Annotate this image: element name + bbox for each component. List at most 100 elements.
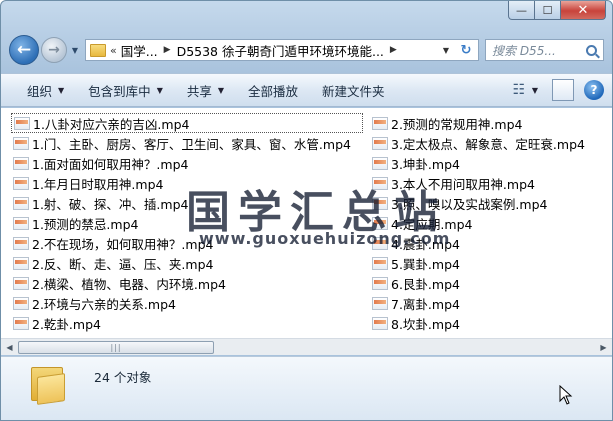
video-file-icon: [13, 236, 29, 250]
details-pane: 24 个对象: [1, 356, 612, 420]
folder-icon: [90, 43, 106, 57]
breadcrumb-item[interactable]: 国学...: [121, 41, 158, 60]
chevron-down-icon[interactable]: ▼: [532, 86, 538, 95]
file-name: 5.巽卦.mp4: [391, 256, 460, 272]
chevron-down-icon: ▼: [71, 45, 79, 55]
list-item[interactable]: 7.离卦.mp4: [372, 293, 612, 313]
forward-button[interactable]: →: [41, 37, 67, 63]
list-item[interactable]: 2.环境与六亲的关系.mp4: [13, 293, 363, 313]
video-file-icon: [13, 276, 29, 290]
file-name: 2.反、断、走、逼、压、夹.mp4: [32, 256, 214, 272]
file-name: 1.面对面如何取用神？.mp4: [32, 156, 189, 172]
video-file-icon: [372, 316, 388, 330]
help-button[interactable]: ?: [584, 80, 604, 100]
file-name: 1.射、破、探、冲、插.mp4: [32, 196, 189, 212]
list-item[interactable]: 2.横梁、植物、电器、内环境.mp4: [13, 273, 363, 293]
file-name: 8.坎卦.mp4: [391, 316, 460, 332]
video-file-icon: [372, 296, 388, 310]
list-item[interactable]: 8.坎卦.mp4: [372, 313, 612, 333]
file-name: 6.艮卦.mp4: [391, 276, 460, 292]
organize-button[interactable]: 组织 ▼: [15, 78, 76, 102]
search-placeholder: 搜索 D55...: [492, 43, 556, 58]
horizontal-scrollbar[interactable]: ◀ ||| ▶: [1, 338, 612, 355]
watermark-url: www.guoxuehuizong.com: [199, 229, 451, 248]
explorer-window: — ☐ ✕ ← → ▼ « 国学... ▶ D5538 徐子朝奇门遁甲环境环境能…: [0, 0, 613, 421]
address-history-button[interactable]: ▼: [438, 40, 454, 60]
arrow-right-icon: →: [48, 42, 60, 58]
share-button[interactable]: 共享 ▼: [175, 78, 236, 102]
search-icon[interactable]: [586, 44, 597, 56]
navigation-bar: ← → ▼ « 国学... ▶ D5538 徐子朝奇门遁甲环境环境能... ▶ …: [9, 35, 604, 65]
video-file-icon: [372, 276, 388, 290]
include-in-library-label: 包含到库中: [88, 83, 151, 99]
maximize-button[interactable]: ☐: [535, 1, 561, 20]
list-view-icon: ☷: [512, 82, 526, 98]
refresh-icon: ↻: [460, 42, 472, 58]
video-file-icon: [13, 296, 29, 310]
new-folder-label: 新建文件夹: [322, 83, 385, 99]
include-in-library-button[interactable]: 包含到库中 ▼: [76, 78, 175, 102]
chevron-down-icon: ▼: [217, 85, 225, 95]
video-file-icon: [372, 136, 388, 150]
scroll-thumb[interactable]: |||: [18, 340, 214, 354]
folder-icon: [29, 363, 69, 405]
video-file-icon: [13, 256, 29, 270]
file-name: 2.环境与六亲的关系.mp4: [32, 296, 176, 312]
file-name: 2.乾卦.mp4: [32, 316, 101, 332]
chevron-right-icon[interactable]: ▶: [164, 45, 171, 55]
arrow-right-icon: ▶: [600, 342, 607, 352]
share-label: 共享: [186, 83, 212, 99]
play-all-label: 全部播放: [248, 83, 299, 99]
mouse-cursor-icon: [559, 385, 573, 405]
list-item[interactable]: 2.反、断、走、逼、压、夹.mp4: [13, 253, 363, 273]
list-item[interactable]: 2.预测的常规用神.mp4: [372, 113, 612, 133]
list-item[interactable]: 3.定太极点、解象意、定旺衰.mp4: [372, 133, 612, 153]
list-item[interactable]: 2.乾卦.mp4: [13, 313, 363, 333]
help-icon: ?: [590, 83, 598, 97]
video-file-icon: [372, 156, 388, 170]
chevron-down-icon: ▼: [442, 45, 450, 55]
list-item[interactable]: 5.巽卦.mp4: [372, 253, 612, 273]
grip-icon: |||: [110, 342, 122, 352]
command-bar: 组织 ▼ 包含到库中 ▼ 共享 ▼ 全部播放 新建文件夹 ☷ ▼ ?: [1, 73, 612, 107]
video-file-icon: [372, 256, 388, 270]
video-file-icon: [13, 216, 29, 230]
video-file-icon: [13, 136, 29, 150]
item-count: 24 个对象: [94, 370, 152, 385]
breadcrumb-overflow[interactable]: «: [110, 44, 117, 57]
close-button[interactable]: ✕: [561, 1, 606, 20]
view-controls: ☷ ▼ ?: [508, 79, 604, 101]
video-file-icon: [13, 176, 29, 190]
recent-pages-button[interactable]: ▼: [69, 43, 81, 57]
play-all-button[interactable]: 全部播放: [236, 78, 310, 102]
minimize-button[interactable]: —: [508, 1, 535, 20]
file-name: 7.离卦.mp4: [391, 296, 460, 312]
list-item[interactable]: 1.门、主卧、厨房、客厅、卫生间、家具、窗、水管.mp4: [13, 133, 363, 153]
arrow-left-icon: ◀: [6, 342, 13, 352]
scroll-right-button[interactable]: ▶: [595, 339, 612, 356]
file-name: 1.八卦对应六亲的吉凶.mp4: [33, 116, 190, 132]
file-name: 3.定太极点、解象意、定旺衰.mp4: [391, 136, 585, 152]
video-file-icon: [13, 196, 29, 210]
view-options-button[interactable]: ☷: [508, 79, 530, 101]
refresh-button[interactable]: ↻: [457, 40, 475, 60]
video-file-icon: [13, 156, 29, 170]
chevron-right-icon[interactable]: ▶: [390, 45, 397, 55]
video-file-icon: [372, 116, 388, 130]
list-item[interactable]: 3.坤卦.mp4: [372, 153, 612, 173]
new-folder-button[interactable]: 新建文件夹: [310, 78, 397, 102]
scroll-left-button[interactable]: ◀: [1, 339, 18, 356]
search-input[interactable]: 搜索 D55...: [485, 39, 604, 61]
list-item[interactable]: 1.面对面如何取用神？.mp4: [13, 153, 363, 173]
file-name: 2.横梁、植物、电器、内环境.mp4: [32, 276, 226, 292]
file-name: 1.门、主卧、厨房、客厅、卫生间、家具、窗、水管.mp4: [32, 136, 351, 152]
organize-label: 组织: [27, 83, 53, 99]
back-button[interactable]: ←: [9, 35, 39, 65]
chevron-down-icon: ▼: [58, 85, 65, 95]
preview-pane-button[interactable]: [552, 79, 574, 101]
list-item[interactable]: 6.艮卦.mp4: [372, 273, 612, 293]
scroll-track[interactable]: |||: [18, 340, 595, 355]
list-item[interactable]: 1.八卦对应六亲的吉凶.mp4: [11, 113, 363, 133]
breadcrumb-item[interactable]: D5538 徐子朝奇门遁甲环境环境能...: [177, 41, 384, 60]
address-bar[interactable]: « 国学... ▶ D5538 徐子朝奇门遁甲环境环境能... ▶ ▼ ↻: [85, 39, 479, 61]
